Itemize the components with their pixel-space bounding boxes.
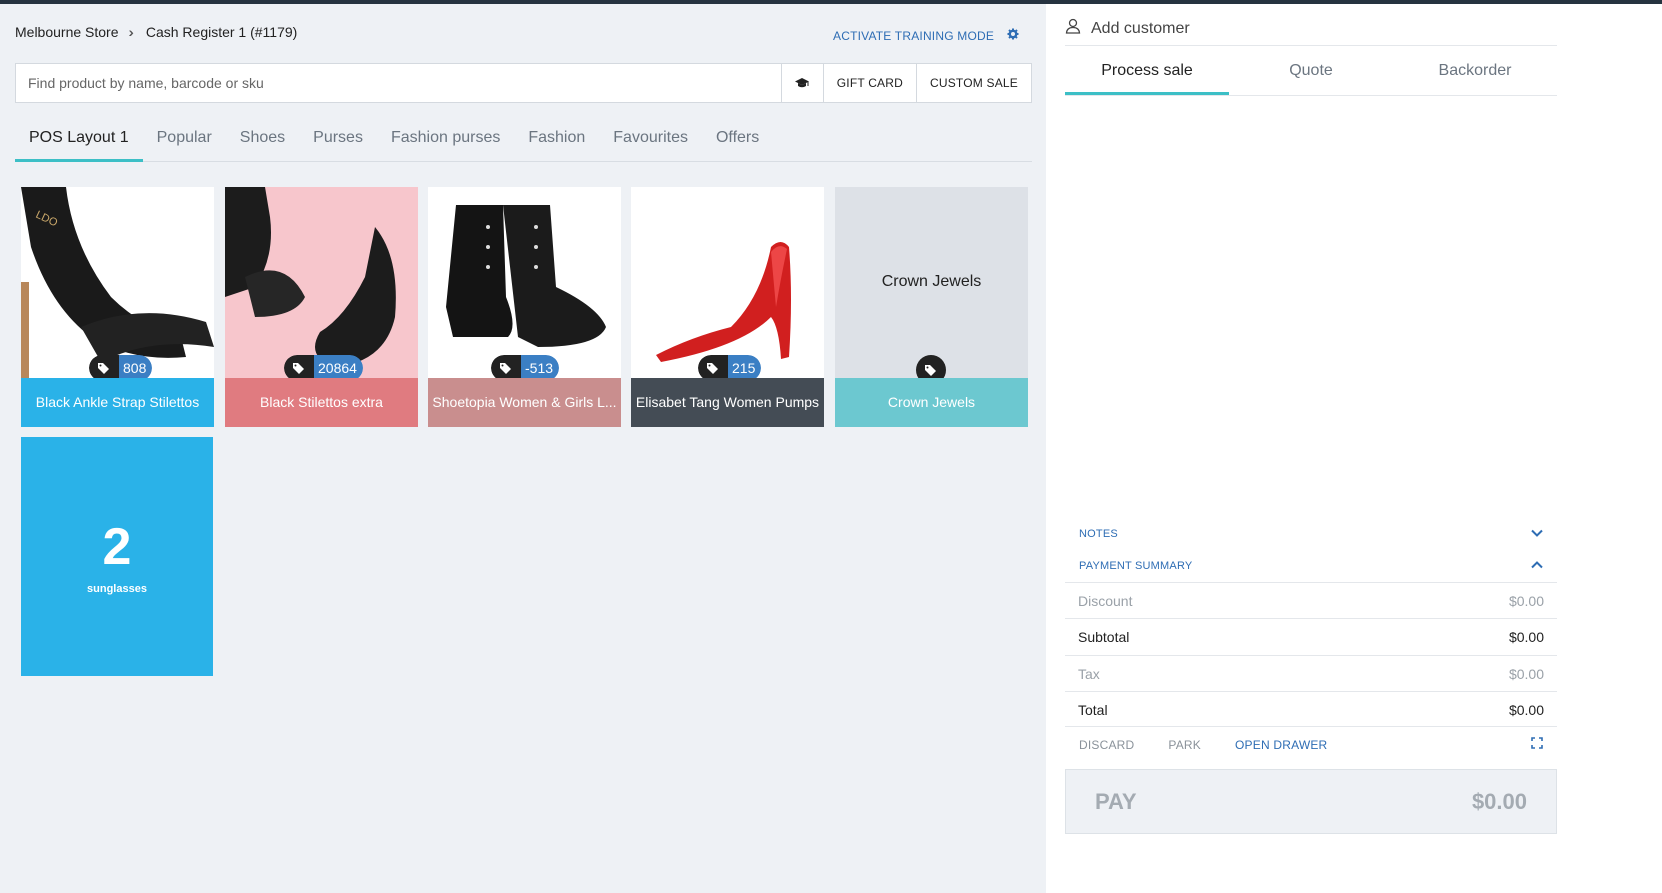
chevron-down-icon [1531,528,1543,540]
subtotal-row: Subtotal $0.00 [1065,618,1557,654]
chevron-up-icon [1531,560,1543,572]
product-search-input[interactable] [16,64,781,102]
breadcrumb-store[interactable]: Melbourne Store [15,24,119,40]
user-icon [1065,18,1081,39]
total-label: Total [1078,701,1108,718]
pay-label: PAY [1095,788,1137,814]
fullscreen-icon[interactable] [1531,737,1543,752]
product-tile[interactable]: 20864 Black Stilettos extra [225,187,418,427]
product-image: LDO [21,187,214,378]
gear-icon[interactable] [1006,28,1020,42]
product-tile[interactable]: -513 Shoetopia Women & Girls L... [428,187,621,427]
park-button[interactable]: PARK [1168,738,1201,752]
product-image [225,187,418,378]
custom-sale-button[interactable]: CUSTOM SALE [916,64,1031,102]
graduation-cap-icon[interactable] [780,64,823,102]
discount-value: $0.00 [1508,592,1544,609]
notes-label: NOTES [1079,528,1118,540]
tab-fashion[interactable]: Fashion [514,119,599,162]
product-tile[interactable]: LDO 808 Black Ankle Strap Stilettos [21,187,214,427]
tab-popular[interactable]: Popular [143,119,226,162]
product-name: Black Stilettos extra [225,378,418,427]
tab-quote[interactable]: Quote [1229,52,1393,95]
product-tile[interactable]: 215 Elisabet Tang Women Pumps [631,187,824,427]
tab-backorder[interactable]: Backorder [1393,52,1557,95]
chevron-double-right-icon: ›› [128,24,136,40]
product-name: Shoetopia Women & Girls L... [428,378,621,427]
product-tile[interactable]: Crown Jewels Crown Jewels [835,187,1028,427]
search-bar: GIFT CARD CUSTOM SALE [15,63,1032,103]
gift-card-button[interactable]: GIFT CARD [822,64,916,102]
tab-shoes[interactable]: Shoes [226,119,299,162]
tab-process-sale[interactable]: Process sale [1065,52,1229,95]
payment-summary-label: PAYMENT SUMMARY [1079,560,1193,572]
folder-tile[interactable]: 2 sunglasses [21,437,213,676]
tab-fashion-purses[interactable]: Fashion purses [377,119,514,162]
tax-value: $0.00 [1508,665,1544,682]
add-customer-label: Add customer [1091,19,1190,37]
product-image-text: Crown Jewels [881,273,982,290]
sale-actions: DISCARD PARK OPEN DRAWER [1065,726,1557,762]
tax-label: Tax [1078,665,1100,682]
product-name: Crown Jewels [835,378,1028,427]
discount-row[interactable]: Discount $0.00 [1065,582,1557,618]
total-row: Total $0.00 [1065,691,1557,727]
folder-label: sunglasses [87,583,147,595]
subtotal-value: $0.00 [1508,628,1544,645]
activate-training-mode-link[interactable]: ACTIVATE TRAINING MODE [833,29,994,43]
product-image [428,187,621,378]
product-name: Black Ankle Strap Stilettos [21,378,214,427]
layout-tabs: POS Layout 1 Popular Shoes Purses Fashio… [15,119,1032,162]
tax-row: Tax $0.00 [1065,655,1557,691]
breadcrumb-register[interactable]: Cash Register 1 (#1179) [146,24,297,40]
breadcrumb: Melbourne Store ›› Cash Register 1 (#117… [15,24,297,40]
tab-favourites[interactable]: Favourites [599,119,702,162]
product-image-placeholder: Crown Jewels [835,187,1028,378]
payment-summary-toggle[interactable]: PAYMENT SUMMARY [1065,550,1557,582]
tab-offers[interactable]: Offers [702,119,773,162]
product-name: Elisabet Tang Women Pumps [631,378,824,427]
subtotal-label: Subtotal [1078,628,1130,645]
discard-button[interactable]: DISCARD [1079,738,1134,752]
discount-label: Discount [1078,592,1133,609]
folder-count: 2 [102,518,132,576]
tab-purses[interactable]: Purses [299,119,377,162]
total-value: $0.00 [1508,701,1544,718]
notes-toggle[interactable]: NOTES [1065,518,1557,550]
add-customer-button[interactable]: Add customer [1065,12,1557,46]
sale-panel: Add customer Process sale Quote Backorde… [1046,4,1662,893]
product-panel: Melbourne Store ›› Cash Register 1 (#117… [0,4,1046,893]
pay-amount: $0.00 [1471,788,1527,814]
sale-type-tabs: Process sale Quote Backorder [1065,52,1557,96]
pay-button[interactable]: PAY $0.00 [1065,769,1557,834]
open-drawer-button[interactable]: OPEN DRAWER [1235,738,1327,752]
product-image [631,187,824,378]
tab-pos-layout-1[interactable]: POS Layout 1 [15,119,143,162]
